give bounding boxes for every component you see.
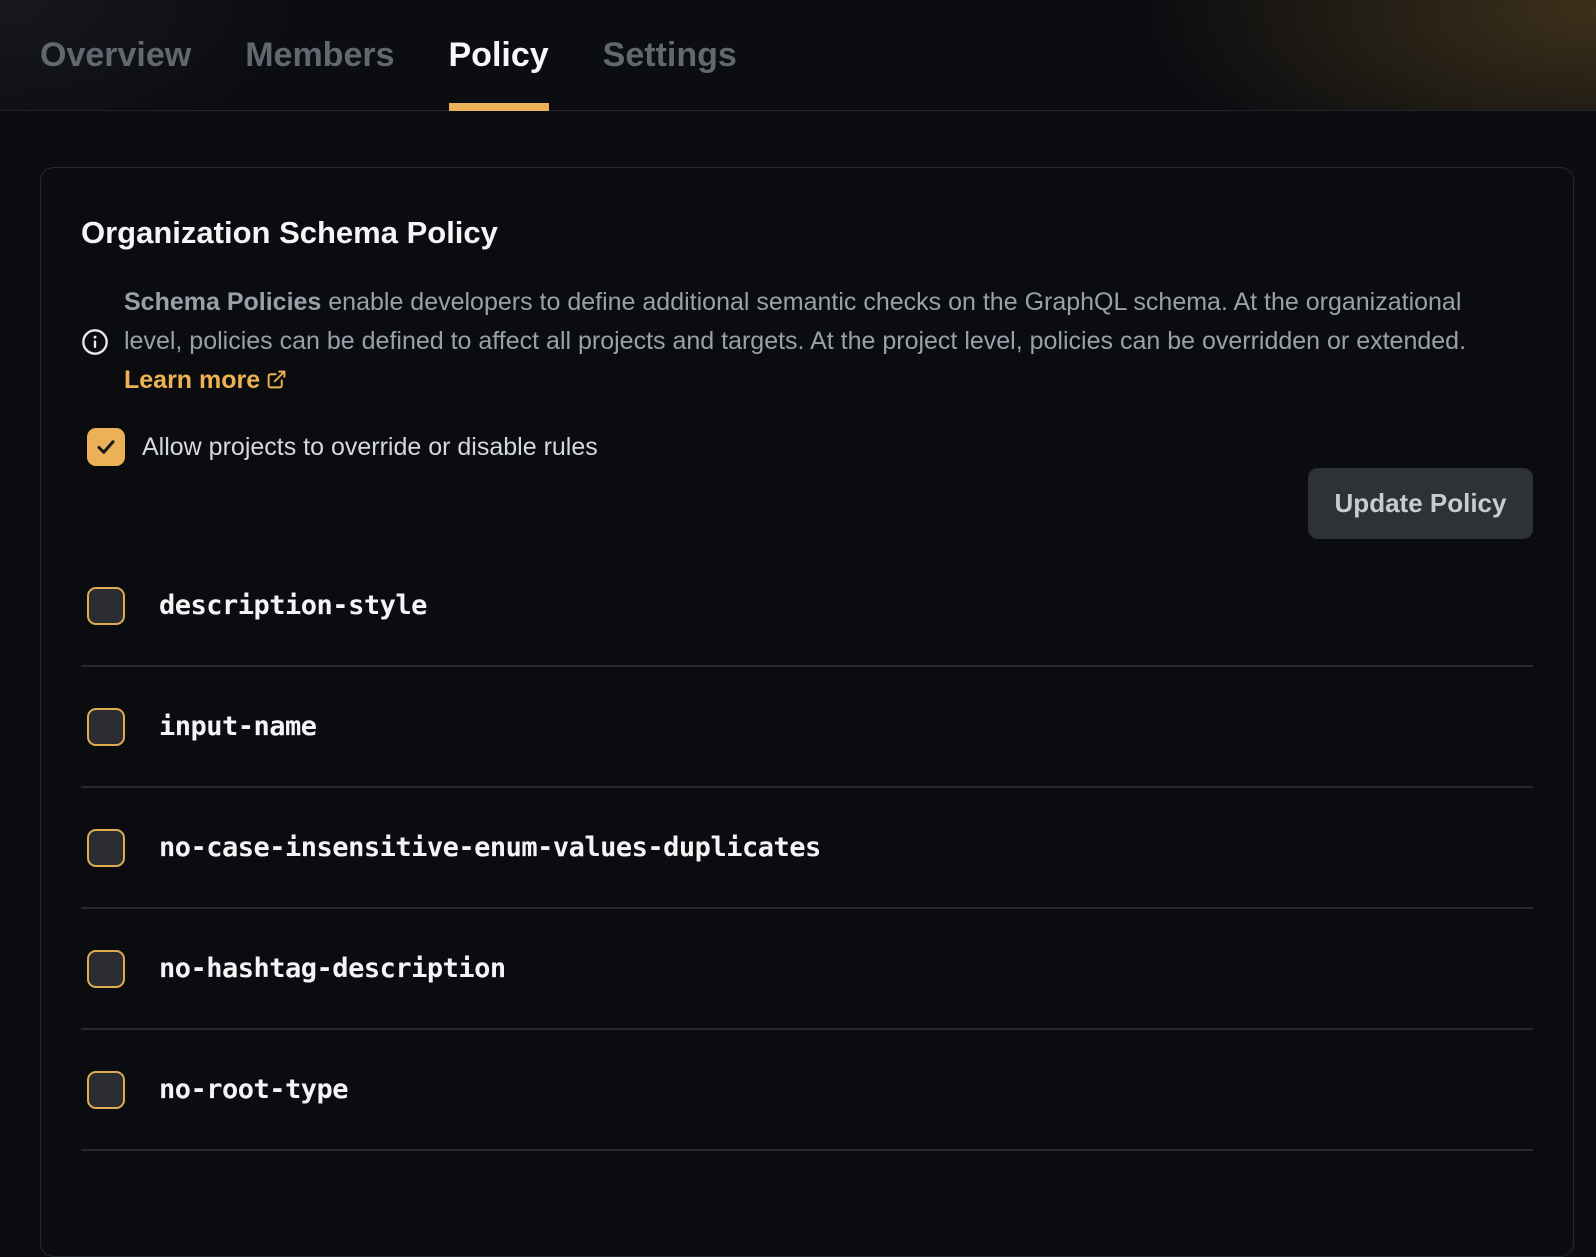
rule-row-description-style: description-style <box>81 546 1533 667</box>
rule-checkbox-description-style[interactable] <box>87 587 125 625</box>
rule-checkbox-input-name[interactable] <box>87 708 125 746</box>
rule-name: no-hashtag-description <box>159 953 506 984</box>
rule-row-no-root-type: no-root-type <box>81 1030 1533 1151</box>
tab-overview[interactable]: Overview <box>40 0 191 111</box>
external-link-icon <box>266 369 287 390</box>
rule-name: input-name <box>159 711 317 742</box>
description-text: enable developers to define additional s… <box>124 288 1466 355</box>
allow-override-label: Allow projects to override or disable ru… <box>142 433 598 462</box>
rule-checkbox-no-hashtag-description[interactable] <box>87 950 125 988</box>
learn-more-link[interactable]: Learn more <box>124 366 287 394</box>
tab-policy[interactable]: Policy <box>449 0 549 111</box>
allow-override-checkbox[interactable] <box>87 428 125 466</box>
learn-more-label: Learn more <box>124 366 260 394</box>
rule-row-no-case-insensitive-enum-values-duplicates: no-case-insensitive-enum-values-duplicat… <box>81 788 1533 909</box>
rule-name: no-case-insensitive-enum-values-duplicat… <box>159 832 821 863</box>
rule-row-no-hashtag-description: no-hashtag-description <box>81 909 1533 1030</box>
checkmark-icon <box>94 435 118 459</box>
rule-name: no-root-type <box>159 1074 348 1105</box>
policy-description: Schema Policies enable developers to def… <box>124 283 1496 400</box>
rule-checkbox-no-case-insensitive-enum-values-duplicates[interactable] <box>87 829 125 867</box>
topbar: Overview Members Policy Settings <box>0 0 1596 111</box>
rule-name: description-style <box>159 590 427 621</box>
policy-card: Organization Schema Policy Schema Polici… <box>40 167 1574 1257</box>
page-title: Organization Schema Policy <box>81 214 1533 252</box>
rule-row-input-name: input-name <box>81 667 1533 788</box>
button-row: Update Policy <box>81 468 1533 539</box>
allow-override-row: Allow projects to override or disable ru… <box>87 428 1533 466</box>
rules-list: description-style input-name no-case-ins… <box>81 546 1533 1151</box>
tab-members[interactable]: Members <box>245 0 394 111</box>
tab-settings[interactable]: Settings <box>603 0 737 111</box>
info-icon <box>81 328 109 356</box>
rule-checkbox-no-root-type[interactable] <box>87 1071 125 1109</box>
description-bold-text: Schema Policies <box>124 288 321 316</box>
policy-description-row: Schema Policies enable developers to def… <box>81 283 1533 400</box>
update-policy-button[interactable]: Update Policy <box>1308 468 1533 539</box>
